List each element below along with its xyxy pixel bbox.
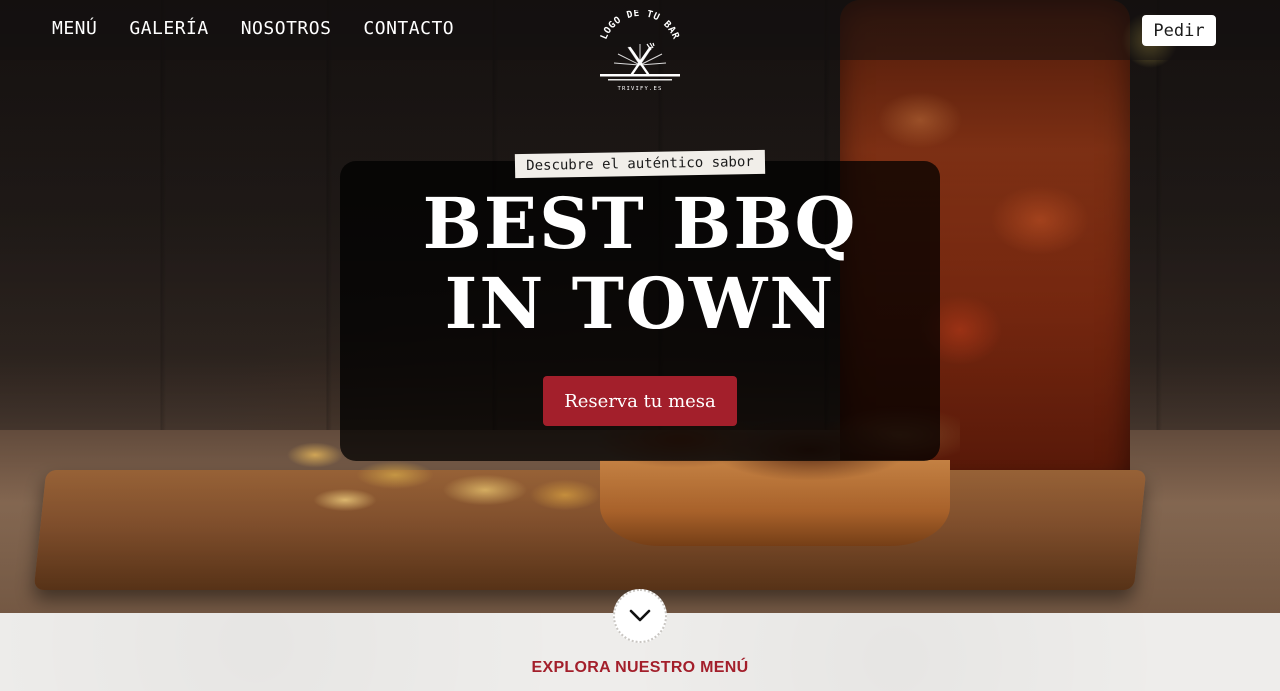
order-button[interactable]: Pedir (1142, 15, 1216, 46)
logo-text: LOGO DE TU BAR (599, 10, 682, 41)
nav-item-menu[interactable]: MENÚ (52, 16, 97, 42)
hero-headline-line-2: IN TOWN (444, 262, 836, 345)
main-nav: MENÚ GALERÍA NOSOTROS CONTACTO (52, 16, 454, 42)
scroll-down-button[interactable] (613, 589, 667, 643)
nav-item-galeria[interactable]: GALERÍA (129, 16, 208, 42)
nav-item-nosotros[interactable]: NOSOTROS (241, 16, 332, 42)
hero-tagline: Descubre el auténtico sabor (514, 149, 766, 179)
reserve-table-button[interactable]: Reserva tu mesa (543, 376, 737, 426)
bar-logo[interactable]: LOGO DE TU BAR TRIVIFY.ES (590, 8, 690, 96)
nav-item-contacto[interactable]: CONTACTO (363, 16, 454, 42)
hero-headline-line-1: BEST BBQ (422, 182, 858, 265)
chevron-down-icon (629, 609, 651, 622)
page: MENÚ GALERÍA NOSOTROS CONTACTO LOGO DE T… (0, 0, 1280, 691)
fork-knife-icon: LOGO DE TU BAR TRIVIFY.ES (599, 8, 682, 92)
explore-menu-link[interactable]: EXPLORA NUESTRO MENÚ (440, 659, 840, 677)
logo-subtext: TRIVIFY.ES (617, 86, 662, 92)
hero-headline: BEST BBQ IN TOWN (340, 184, 940, 344)
